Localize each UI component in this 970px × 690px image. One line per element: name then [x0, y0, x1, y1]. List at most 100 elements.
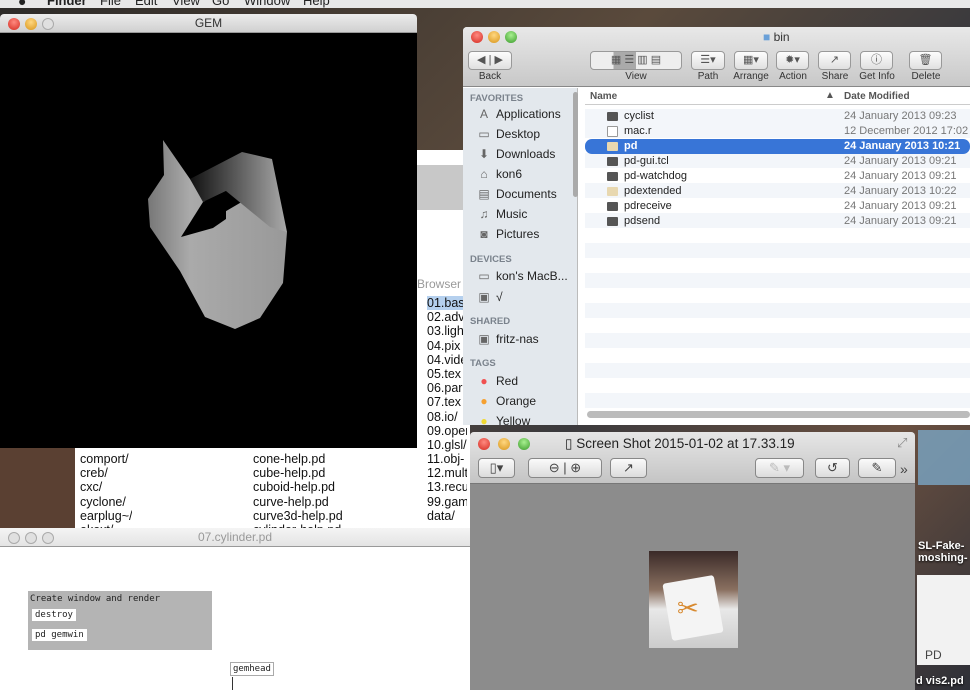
sidebar-item-home[interactable]: ⌂ kon6: [476, 167, 522, 181]
menu-view[interactable]: View: [172, 0, 200, 8]
browser-item[interactable]: 05.tex: [427, 367, 467, 381]
sidebar-item-fritz-nas[interactable]: ▣ fritz-nas: [476, 332, 538, 346]
browser-item[interactable]: 07.tex: [427, 395, 467, 409]
sort-ascending-icon[interactable]: ▲: [825, 90, 835, 101]
file-row-selected[interactable]: pd 24 January 2013 10:21: [585, 139, 970, 154]
tag-orange[interactable]: ● Orange: [476, 394, 536, 408]
close-button[interactable]: [8, 18, 20, 30]
browser-item[interactable]: 13.recu: [427, 480, 467, 494]
action-gear-icon[interactable]: ✹▾: [776, 51, 809, 70]
share-icon[interactable]: ↗: [818, 51, 851, 70]
close-button[interactable]: [8, 532, 20, 544]
browser-item[interactable]: comport/: [80, 452, 132, 466]
rotate-icon[interactable]: ↺: [815, 458, 850, 478]
sidebar-item-music[interactable]: ♫ Music: [476, 207, 528, 221]
menu-file[interactable]: File: [100, 0, 121, 8]
browser-item[interactable]: cxc/: [80, 480, 132, 494]
browser-item[interactable]: cuboid-help.pd: [253, 480, 343, 494]
minimize-button[interactable]: [25, 18, 37, 30]
browser-item[interactable]: data/: [427, 509, 467, 523]
menu-help[interactable]: Help: [303, 0, 330, 8]
browser-item[interactable]: 02.adv: [427, 310, 467, 324]
browser-item[interactable]: cube-help.pd: [253, 466, 343, 480]
file-row[interactable]: pd-gui.tcl 24 January 2013 09:21: [585, 154, 970, 169]
tag-yellow[interactable]: ● Yellow: [476, 414, 530, 425]
browser-item[interactable]: 03.ligh: [427, 324, 467, 338]
close-button[interactable]: [471, 31, 483, 43]
column-date-modified[interactable]: Date Modified: [844, 91, 910, 102]
destroy-message[interactable]: destroy: [32, 609, 76, 621]
desktop-item-label[interactable]: d vis2.pd: [916, 675, 964, 687]
sidebar-item-applications[interactable]: A Applications: [476, 107, 561, 121]
share-icon[interactable]: ↗: [610, 458, 647, 478]
gem-titlebar[interactable]: GEM: [0, 14, 417, 33]
apple-menu-icon[interactable]: ●: [18, 0, 26, 8]
zoom-button[interactable]: [505, 31, 517, 43]
fullscreen-icon[interactable]: ⤢: [897, 435, 907, 451]
file-row[interactable]: pdsend 24 January 2013 09:21: [585, 214, 970, 229]
browser-item[interactable]: cone-help.pd: [253, 452, 343, 466]
browser-item[interactable]: curve-help.pd: [253, 495, 343, 509]
zoom-button[interactable]: [42, 18, 54, 30]
sidebar-toggle-button[interactable]: ▯▾: [478, 458, 515, 478]
delete-trash-icon[interactable]: 🗑: [909, 51, 942, 70]
zoom-button[interactable]: [518, 438, 530, 450]
browser-item[interactable]: cyclone/: [80, 495, 132, 509]
browser-item[interactable]: curve3d-help.pd: [253, 509, 343, 523]
desktop-item-label[interactable]: SL-Fake-: [918, 540, 964, 552]
zoom-out-in-buttons[interactable]: ⊖ | ⊕: [528, 458, 602, 478]
horizontal-scrollbar[interactable]: [587, 411, 970, 418]
sidebar-item-pictures[interactable]: ◙ Pictures: [476, 227, 539, 241]
file-row[interactable]: pdextended 24 January 2013 10:22: [585, 184, 970, 199]
path-label: Path: [697, 71, 719, 82]
browser-item-selected[interactable]: 01.bas: [427, 296, 467, 311]
menu-go[interactable]: Go: [212, 0, 229, 8]
sidebar-scrollbar[interactable]: [573, 92, 578, 197]
gemwin-object[interactable]: pd gemwin: [32, 629, 87, 641]
file-row[interactable]: mac.r 12 December 2012 17:02: [585, 124, 970, 139]
pd-document-icon[interactable]: PD: [917, 575, 970, 665]
tag-red[interactable]: ● Red: [476, 374, 518, 388]
sidebar-item-documents[interactable]: ▤ Documents: [476, 187, 556, 201]
browser-item[interactable]: 99.gam: [427, 495, 467, 509]
browser-item[interactable]: 08.io/: [427, 410, 467, 424]
browser-item[interactable]: 06.par: [427, 381, 467, 395]
patch-titlebar[interactable]: 07.cylinder.pd: [0, 528, 470, 547]
markup-pen-button[interactable]: ✎ ▾: [755, 458, 804, 478]
menu-edit[interactable]: Edit: [135, 0, 157, 8]
file-row[interactable]: cyclist 24 January 2013 09:23: [585, 109, 970, 124]
documents-icon: ▤: [478, 187, 490, 201]
more-chevron-icon[interactable]: »: [900, 461, 908, 477]
browser-item[interactable]: creb/: [80, 466, 132, 480]
back-forward-button[interactable]: ◀ | ▶: [468, 51, 512, 70]
browser-item[interactable]: 04.vide: [427, 353, 467, 367]
file-row[interactable]: pdreceive 24 January 2013 09:21: [585, 199, 970, 214]
close-button[interactable]: [478, 438, 490, 450]
browser-item[interactable]: 12.mult: [427, 466, 467, 480]
column-name[interactable]: Name: [590, 91, 617, 102]
menu-finder[interactable]: Finder: [47, 0, 87, 8]
minimize-button[interactable]: [488, 31, 500, 43]
zoom-button[interactable]: [42, 532, 54, 544]
file-row[interactable]: pd-watchdog 24 January 2013 09:21: [585, 169, 970, 184]
browser-item[interactable]: earplug~/: [80, 509, 132, 523]
browser-item[interactable]: 11.obj-: [427, 452, 467, 466]
arrange-button[interactable]: ▦▾: [734, 51, 768, 70]
sidebar-item-macbook[interactable]: ▭ kon's MacB...: [476, 269, 567, 283]
get-info-icon[interactable]: ⓘ: [860, 51, 893, 70]
sidebar-item-downloads[interactable]: ⬇ Downloads: [476, 147, 555, 161]
browser-item[interactable]: 10.glsl/: [427, 438, 467, 452]
minimize-button[interactable]: [498, 438, 510, 450]
path-button[interactable]: ☰▾: [691, 51, 725, 70]
browser-item[interactable]: 04.pix: [427, 339, 467, 353]
browser-item[interactable]: 09.openGL/: [427, 424, 467, 438]
desktop-item-label[interactable]: moshing-: [918, 552, 968, 564]
gemhead-object[interactable]: gemhead: [230, 662, 274, 676]
sidebar-item-disk[interactable]: ▣ √: [476, 290, 502, 304]
menu-window[interactable]: Window: [244, 0, 290, 8]
minimize-button[interactable]: [25, 532, 37, 544]
sidebar-item-desktop[interactable]: ▭ Desktop: [476, 127, 540, 141]
edit-toolbar-icon[interactable]: ✎: [858, 458, 896, 478]
view-segmented-control[interactable]: ▦ ☰ ▥ ▤: [590, 51, 682, 70]
folder-icon[interactable]: [918, 430, 970, 485]
